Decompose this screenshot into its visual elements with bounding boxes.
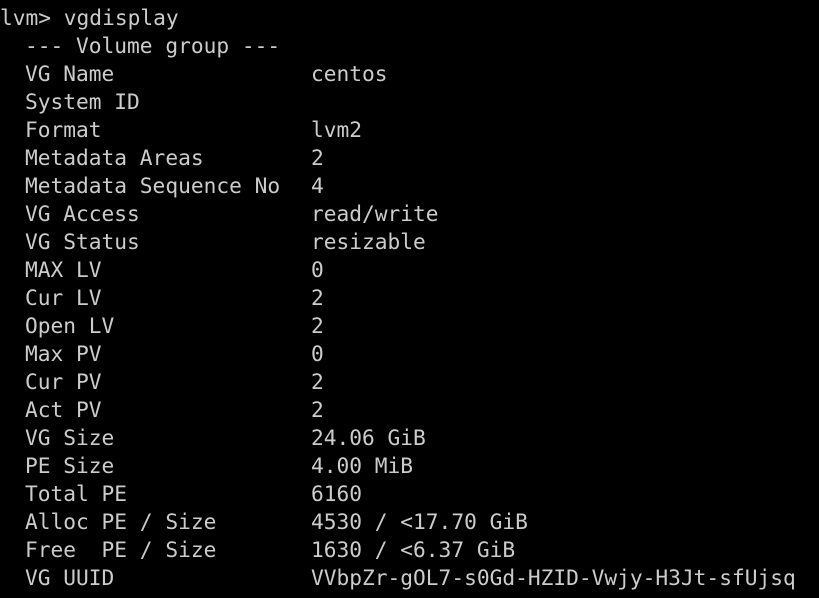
- field-value: lvm2: [311, 117, 363, 142]
- field-label: VG Name: [25, 61, 115, 86]
- field-value: 2: [311, 369, 324, 394]
- output-row: Total PE 6160: [0, 480, 819, 508]
- field-value: 1630 / <6.37 GiB: [311, 537, 516, 562]
- field-value: 0: [311, 341, 324, 366]
- field-label: Metadata Areas: [25, 145, 204, 170]
- field-value: 4.00 MiB: [311, 453, 414, 478]
- field-value: 2: [311, 397, 324, 422]
- field-label: VG Status: [25, 229, 140, 254]
- output-row: Metadata Sequence No 4: [0, 172, 819, 200]
- field-value: 24.06 GiB: [311, 425, 426, 450]
- field-value: 6160: [311, 481, 363, 506]
- field-label: Cur LV: [25, 285, 102, 310]
- field-value: 2: [311, 145, 324, 170]
- output-row: VG UUID VVbpZr-gOL7-s0Gd-HZID-Vwjy-H3Jt-s…: [0, 564, 819, 592]
- field-value: 4: [311, 173, 324, 198]
- output-row: Metadata Areas 2: [0, 144, 819, 172]
- field-value: resizable: [311, 229, 426, 254]
- output-row: VG Size 24.06 GiB: [0, 424, 819, 452]
- field-value: 0: [311, 257, 324, 282]
- output-row: VG Status resizable: [0, 228, 819, 256]
- field-label: System ID: [25, 89, 140, 114]
- output-row: VG Access read/write: [0, 200, 819, 228]
- field-label: Alloc PE / Size: [25, 509, 217, 534]
- field-value: 2: [311, 313, 324, 338]
- field-value: 4530 / <17.70 GiB: [311, 509, 528, 534]
- field-label: Free PE / Size: [25, 537, 217, 562]
- output-row: Free PE / Size 1630 / <6.37 GiB: [0, 536, 819, 564]
- output-row: Cur LV 2: [0, 284, 819, 312]
- output-row: Alloc PE / Size 4530 / <17.70 GiB: [0, 508, 819, 536]
- field-value: centos: [311, 61, 388, 86]
- field-value: read/write: [311, 201, 439, 226]
- output-row: Format lvm2: [0, 116, 819, 144]
- prompt: lvm>: [0, 5, 52, 30]
- terminal-window[interactable]: lvm> vgdisplay --- Volume group --- VG N…: [0, 0, 819, 598]
- output-row: Cur PV 2: [0, 368, 819, 396]
- field-label: Open LV: [25, 313, 115, 338]
- output-row: Act PV 2: [0, 396, 819, 424]
- field-label: Metadata Sequence No: [25, 173, 281, 198]
- output-row: Max PV 0: [0, 340, 819, 368]
- field-label: Total PE: [25, 481, 128, 506]
- field-label: VG Size: [25, 425, 115, 450]
- output-row: MAX LV 0: [0, 256, 819, 284]
- field-label: Act PV: [25, 397, 102, 422]
- output-row: System ID: [0, 88, 819, 116]
- field-label: Cur PV: [25, 369, 102, 394]
- output-row: VG Name centos: [0, 60, 819, 88]
- field-label: MAX LV: [25, 257, 102, 282]
- field-value: VVbpZr-gOL7-s0Gd-HZID-Vwjy-H3Jt-sfUjsq: [311, 565, 796, 590]
- field-label: PE Size: [25, 453, 115, 478]
- output-row: PE Size 4.00 MiB: [0, 452, 819, 480]
- field-label: VG Access: [25, 201, 140, 226]
- field-label: Format: [25, 117, 102, 142]
- field-value: 2: [311, 285, 324, 310]
- output-row: Open LV 2: [0, 312, 819, 340]
- command-text: vgdisplay: [63, 5, 179, 30]
- section-header: --- Volume group ---: [25, 33, 281, 58]
- field-label: VG UUID: [25, 565, 115, 590]
- field-label: Max PV: [25, 341, 102, 366]
- command-line: lvm> vgdisplay: [0, 4, 179, 32]
